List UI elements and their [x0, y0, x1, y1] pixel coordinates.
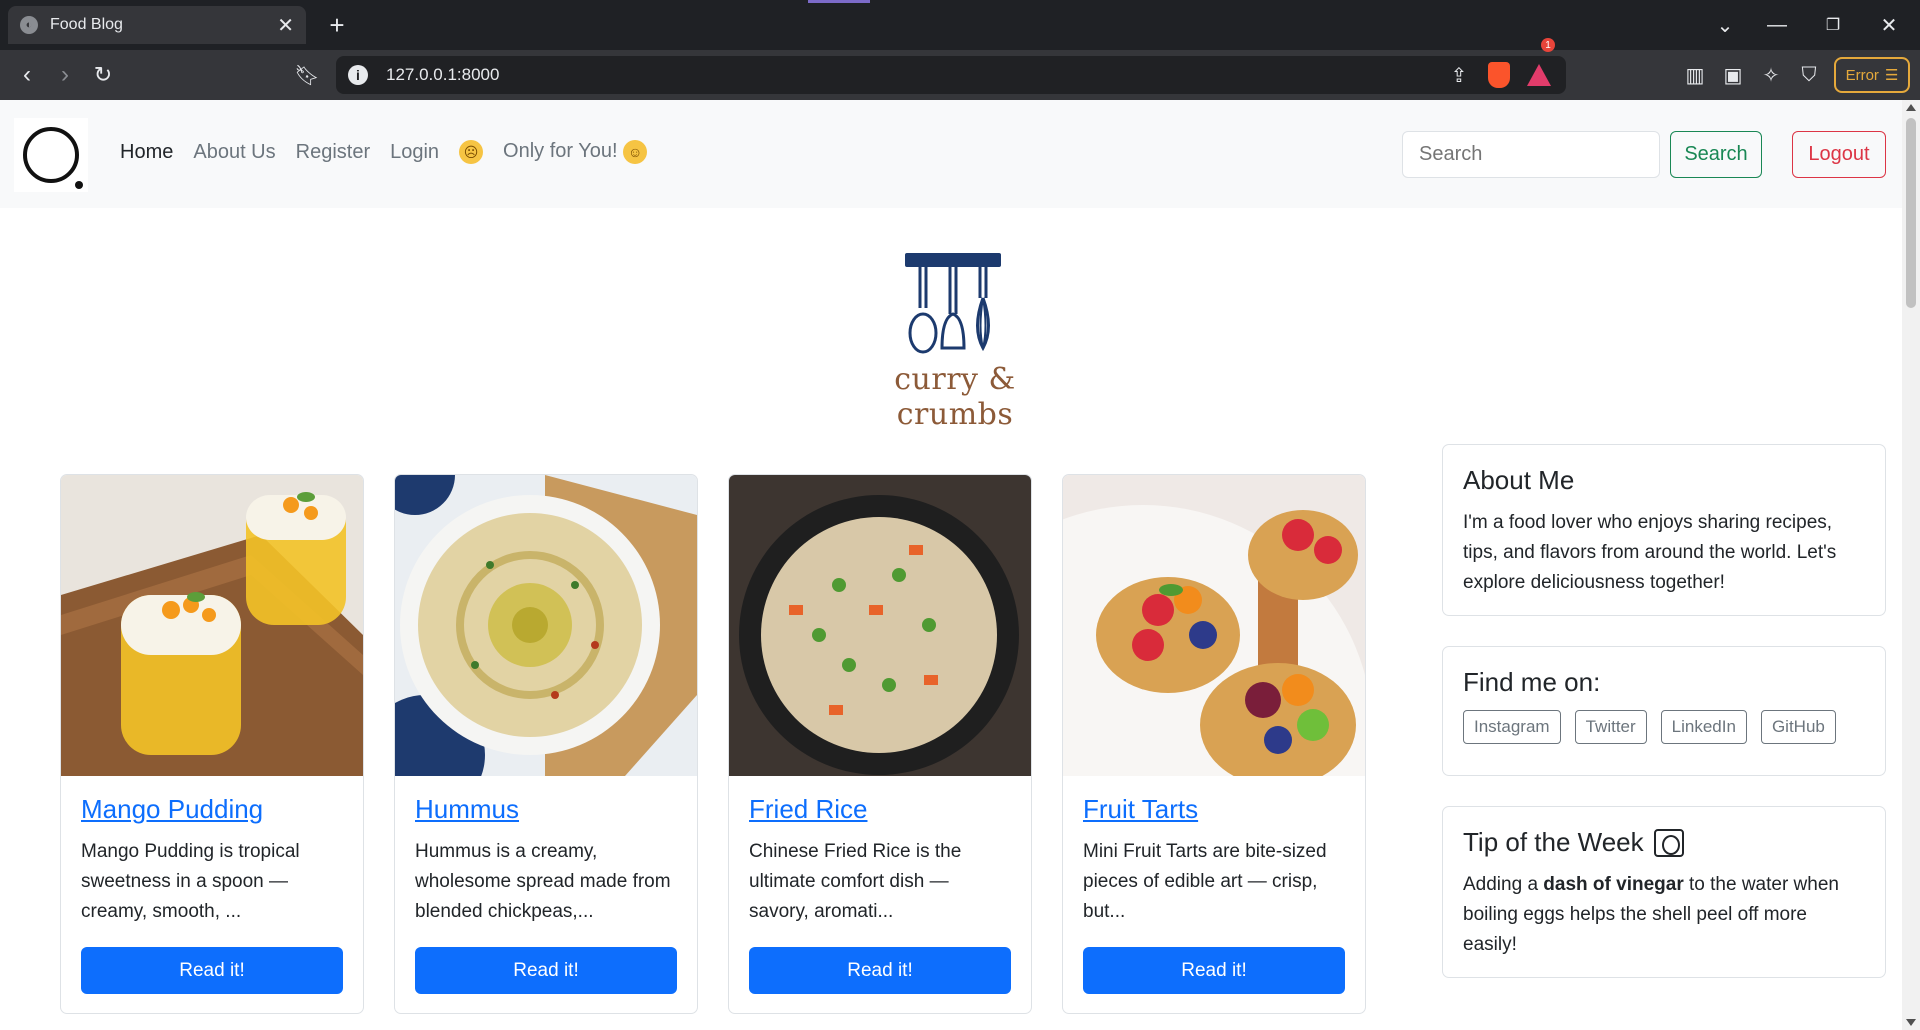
url-text[interactable]: 127.0.0.1:8000	[386, 65, 499, 85]
about-me-title: About Me	[1463, 465, 1575, 495]
reload-icon[interactable]: ↻	[86, 58, 120, 92]
brand-logo: curry & crumbs	[840, 248, 1070, 432]
address-bar[interactable]: i 127.0.0.1:8000 ⇪ 1	[336, 38, 1566, 94]
vpn-icon[interactable]: ⛉	[1792, 58, 1826, 92]
tip-text: Adding a dash of vinegar to the water wh…	[1463, 870, 1865, 960]
leo-ai-icon[interactable]: ✧	[1754, 58, 1788, 92]
instagram-link[interactable]: Instagram	[1463, 710, 1561, 744]
recipe-card: Mango Pudding Mango Pudding is tropical …	[60, 474, 364, 1014]
forward-icon[interactable]: ›	[48, 58, 82, 92]
tip-of-week-box: Tip of the Week Adding a dash of vinegar…	[1442, 806, 1886, 978]
fruit-tarts-image	[1063, 475, 1365, 776]
error-menu-button[interactable]: Error ☰	[1834, 57, 1910, 93]
mango-pudding-image	[61, 475, 363, 776]
github-link[interactable]: GitHub	[1760, 710, 1836, 744]
nav-links: Home About Us Register Login ☹ Only for …	[120, 140, 648, 164]
logo-ring-icon	[23, 127, 83, 189]
recipe-card: Fried Rice Chinese Fried Rice is the ult…	[728, 474, 1032, 1014]
read-it-button[interactable]: Read it!	[749, 947, 1011, 994]
tip-title-row: Tip of the Week	[1463, 827, 1865, 858]
only-for-you-label: Only for You!	[503, 140, 618, 162]
hugging-face-icon: ☺	[623, 140, 648, 164]
bookmark-icon[interactable]: 🔖︎	[290, 58, 324, 92]
about-me-box: About Me I'm a food lover who enjoys sha…	[1442, 444, 1886, 616]
kitchen-utensils-icon	[905, 253, 1001, 354]
scrollbar-thumb[interactable]	[1906, 118, 1916, 308]
card-text: Mini Fruit Tarts are bite-sized pieces o…	[1083, 841, 1327, 922]
browser-tab[interactable]: ◐ Food Blog ✕	[8, 6, 306, 44]
nav-register[interactable]: Register	[296, 141, 370, 164]
hamburger-icon: ☰	[1884, 67, 1899, 84]
restore-button[interactable]: ❐	[1808, 8, 1858, 42]
nav-only-for-you[interactable]: Only for You! ☺	[503, 140, 648, 164]
tip-text-before: Adding a	[1463, 874, 1544, 895]
social-links: Instagram Twitter LinkedIn GitHub	[1463, 710, 1865, 744]
new-tab-button[interactable]: +	[320, 8, 354, 42]
tab-accent	[808, 0, 870, 3]
scroll-up-arrow-icon[interactable]	[1906, 104, 1916, 111]
linkedin-link[interactable]: LinkedIn	[1660, 710, 1747, 744]
share-icon[interactable]: ⇪	[1444, 60, 1474, 90]
about-me-text: I'm a food lover who enjoys sharing reci…	[1463, 512, 1837, 593]
card-text: Hummus is a creamy, wholesome spread mad…	[415, 841, 671, 922]
card-title-link[interactable]: Fried Rice	[749, 794, 1011, 825]
sidebar-icon[interactable]: ▥	[1678, 58, 1712, 92]
tab-title: Food Blog	[50, 16, 123, 33]
card-title-link[interactable]: Mango Pudding	[81, 794, 343, 825]
minimize-button[interactable]: —	[1752, 8, 1802, 42]
hummus-image	[395, 475, 697, 776]
find-me-box: Find me on: Instagram Twitter LinkedIn G…	[1442, 646, 1886, 776]
brave-shields-icon[interactable]	[1484, 60, 1514, 90]
nav-about-us[interactable]: About Us	[193, 141, 275, 164]
site-logo[interactable]	[14, 118, 88, 192]
twitter-link[interactable]: Twitter	[1574, 710, 1647, 744]
close-window-button[interactable]: ✕	[1864, 8, 1914, 42]
search-input[interactable]	[1402, 131, 1660, 178]
fried-rice-image	[729, 475, 1031, 776]
card-title-link[interactable]: Fruit Tarts	[1083, 794, 1345, 825]
scroll-down-arrow-icon[interactable]	[1906, 1019, 1916, 1026]
close-tab-icon[interactable]: ✕	[277, 13, 294, 38]
navbar: Home About Us Register Login ☹ Only for …	[0, 100, 1902, 208]
browser-toolbar: ‹ › ↻ 🔖︎ i 127.0.0.1:8000 ⇪ 1 ▥ ▣ ✧ ⛉ Er…	[0, 38, 1920, 100]
back-icon[interactable]: ‹	[10, 58, 44, 92]
wallet-icon[interactable]: ▣	[1716, 58, 1750, 92]
card-text: Chinese Fried Rice is the ultimate comfo…	[749, 841, 962, 922]
recipe-card: Hummus Hummus is a creamy, wholesome spr…	[394, 474, 698, 1014]
search-button[interactable]: Search	[1670, 131, 1762, 178]
tip-text-bold: dash of vinegar	[1543, 874, 1684, 895]
globe-icon: ◐	[20, 16, 38, 34]
read-it-button[interactable]: Read it!	[81, 947, 343, 994]
find-me-title: Find me on:	[1463, 667, 1601, 697]
plate-cutlery-icon	[1653, 828, 1684, 857]
browser-tab-bar: ◐ Food Blog ✕ + ⌄ — ❐ ✕	[0, 0, 1920, 50]
site-info-icon[interactable]: i	[348, 65, 368, 85]
brand-name: curry & crumbs	[894, 362, 1016, 432]
recipe-card: Fruit Tarts Mini Fruit Tarts are bite-si…	[1062, 474, 1366, 1014]
error-label: Error	[1845, 66, 1879, 84]
tab-search-chevron-icon[interactable]: ⌄	[1700, 8, 1750, 42]
pouting-face-icon[interactable]: ☹	[459, 140, 484, 164]
page-viewport: Home About Us Register Login ☹ Only for …	[0, 100, 1902, 1030]
nav-login[interactable]: Login	[390, 141, 439, 164]
tip-title: Tip of the Week	[1463, 827, 1644, 857]
page-scrollbar[interactable]	[1902, 100, 1920, 1030]
card-title-link[interactable]: Hummus	[415, 794, 677, 825]
read-it-button[interactable]: Read it!	[1083, 947, 1345, 994]
card-text: Mango Pudding is tropical sweetness in a…	[81, 841, 300, 922]
read-it-button[interactable]: Read it!	[415, 947, 677, 994]
logout-button[interactable]: Logout	[1792, 131, 1886, 178]
brave-rewards-icon[interactable]: 1	[1524, 38, 1555, 90]
nav-home[interactable]: Home	[120, 141, 173, 164]
